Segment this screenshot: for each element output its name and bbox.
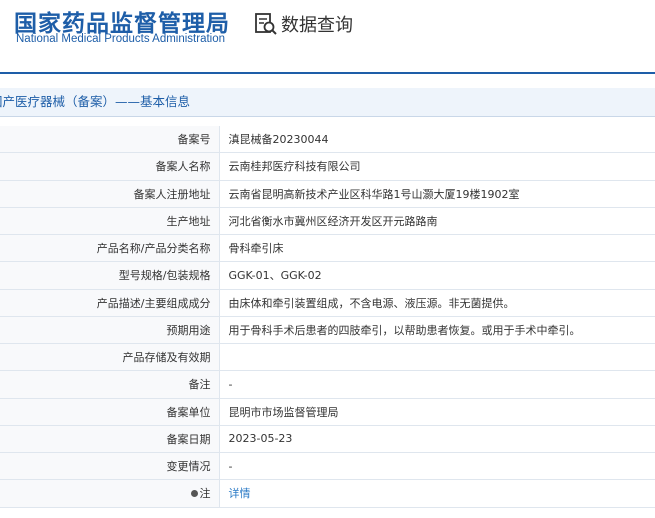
row-label: 注 xyxy=(0,479,220,508)
row-value-text: 由床体和牵引装置组成，不含电源、液压源。非无菌提供。 xyxy=(228,296,515,310)
row-value-text: 滇昆械备20230044 xyxy=(228,133,329,147)
table-row: 产品名称/产品分类名称 骨科牵引床 xyxy=(0,234,655,263)
row-value-text: 云南省昆明高新技术产业区科华路1号山灏大厦19楼1902室 xyxy=(228,187,520,201)
data-query-label: 数据查询 xyxy=(281,15,353,36)
row-value-text: - xyxy=(228,377,233,391)
row-label: 备注 xyxy=(0,370,220,399)
row-label-text: 备案人注册地址 xyxy=(133,187,211,201)
info-table: 备案号 滇昆械备20230044 备案人名称 云南桂邦医疗科技有限公司备案人注册地址 云… xyxy=(0,126,655,508)
row-label: 产品名称/产品分类名称 xyxy=(0,234,220,263)
table-row: 型号规格/包装规格 GGK-01、GGK-02 xyxy=(0,261,655,290)
table-row: 产品描述/主要组成成分 由床体和牵引装置组成，不含电源、液压源。非无菌提供。 xyxy=(0,289,655,317)
row-value: 由床体和牵引装置组成，不含电源、液压源。非无菌提供。 xyxy=(219,289,655,317)
row-value xyxy=(219,343,655,372)
row-label: 预期用途 xyxy=(0,316,220,345)
search-document-icon xyxy=(254,12,278,36)
row-value-text: 用于骨科手术后患者的四肢牵引，以帮助患者恢复。或用于手术中牵引。 xyxy=(228,323,581,337)
row-label-text: 备注 xyxy=(188,378,211,392)
row-label-text: 备案单位 xyxy=(166,405,211,419)
table-row: 注 详情 xyxy=(0,479,655,508)
row-label: 备案人名称 xyxy=(0,152,220,181)
logo-title-en[interactable]: National Medical Products Administration xyxy=(16,33,225,45)
table-row: 变更情况 - xyxy=(0,452,655,481)
table-row: 备案人注册地址 云南省昆明高新技术产业区科华路1号山灏大厦19楼1902室 xyxy=(0,180,655,208)
row-label-text: 备案人名称 xyxy=(155,160,211,174)
table-row: 备案号 滇昆械备20230044 xyxy=(0,126,655,154)
row-label-text: 备案号 xyxy=(177,133,211,147)
row-value: 2023-05-23 xyxy=(219,425,655,454)
table-row: 产品存储及有效期 xyxy=(0,343,655,372)
table-row: 预期用途 用于骨科手术后患者的四肢牵引，以帮助患者恢复。或用于手术中牵引。 xyxy=(0,316,655,345)
row-label-text: 注 xyxy=(199,487,211,501)
bulb-icon xyxy=(190,490,198,498)
table-row: 备案人名称 云南桂邦医疗科技有限公司 xyxy=(0,152,655,181)
row-label: 变更情况 xyxy=(0,452,220,481)
row-label: 备案日期 xyxy=(0,425,220,454)
row-value: 滇昆械备20230044 xyxy=(219,126,655,154)
row-value: 云南省昆明高新技术产业区科华路1号山灏大厦19楼1902室 xyxy=(219,180,655,208)
site-header: 国家药品监督管理局 National Medical Products Admi… xyxy=(0,0,655,74)
data-query-link[interactable]: 数据查询 xyxy=(254,11,353,37)
row-label-text: 型号规格/包装规格 xyxy=(118,269,211,283)
detail-link[interactable]: 详情 xyxy=(229,487,251,500)
table-row: 备注 - xyxy=(0,370,655,399)
row-value: 河北省衡水市冀州区经济开发区开元路路南 xyxy=(219,207,655,236)
table-row: 备案日期 2023-05-23 xyxy=(0,425,655,454)
row-label-text: 产品描述/主要组成成分 xyxy=(96,296,211,310)
section-title: 国产医疗器械（备案）——基本信息 xyxy=(0,88,655,117)
row-label-text: 备案日期 xyxy=(166,432,211,446)
row-label: 生产地址 xyxy=(0,207,220,236)
row-label: 备案人注册地址 xyxy=(0,180,220,208)
section-title-text: 国产医疗器械（备案）——基本信息 xyxy=(0,94,191,109)
row-value-text: GGK-01、GGK-02 xyxy=(228,269,322,283)
row-value-text: - xyxy=(228,459,233,473)
row-label: 备案单位 xyxy=(0,398,220,426)
row-value-text: 骨科牵引床 xyxy=(228,242,284,256)
row-value: GGK-01、GGK-02 xyxy=(219,261,655,290)
row-value: 详情 xyxy=(219,479,655,508)
row-value-text: 2023-05-23 xyxy=(228,432,293,446)
row-label-text: 产品存储及有效期 xyxy=(122,351,211,365)
row-label: 型号规格/包装规格 xyxy=(0,261,220,290)
table-row: 生产地址 河北省衡水市冀州区经济开发区开元路路南 xyxy=(0,207,655,236)
row-value: - xyxy=(219,452,655,481)
row-label: 产品存储及有效期 xyxy=(0,343,220,372)
row-value: 昆明市市场监督管理局 xyxy=(219,398,655,426)
row-value: 云南桂邦医疗科技有限公司 xyxy=(219,152,655,181)
row-value: 用于骨科手术后患者的四肢牵引，以帮助患者恢复。或用于手术中牵引。 xyxy=(219,316,655,345)
row-label: 产品描述/主要组成成分 xyxy=(0,289,220,317)
table-row: 备案单位 昆明市市场监督管理局 xyxy=(0,398,655,426)
row-value: - xyxy=(219,370,655,399)
row-label-text: 变更情况 xyxy=(166,460,211,474)
row-label-text: 预期用途 xyxy=(166,323,211,337)
row-label: 备案号 xyxy=(0,126,220,154)
row-value: 骨科牵引床 xyxy=(219,234,655,263)
row-value-text: 云南桂邦医疗科技有限公司 xyxy=(228,160,361,174)
row-value-text: 昆明市市场监督管理局 xyxy=(228,405,339,419)
row-label-text: 生产地址 xyxy=(166,214,211,228)
row-value-text: 河北省衡水市冀州区经济开发区开元路路南 xyxy=(228,214,438,228)
row-label-text: 产品名称/产品分类名称 xyxy=(96,242,211,256)
